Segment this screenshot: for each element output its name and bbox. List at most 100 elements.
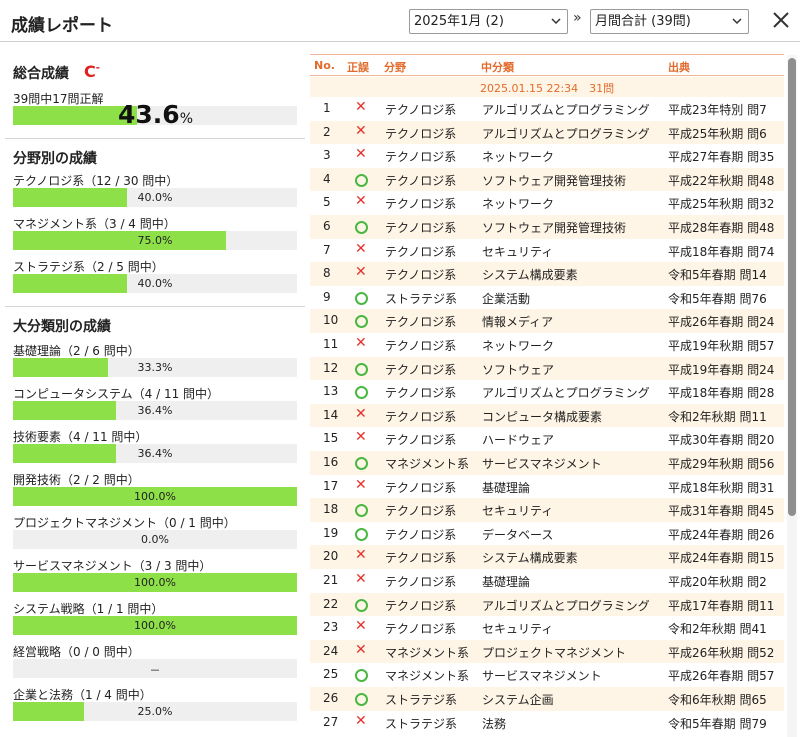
wrong-icon: ✕ [355, 641, 367, 658]
table-row[interactable]: 8 ✕ テクノロジ系 システム構成要素 令和5年春期 問14 [310, 262, 784, 286]
table-row[interactable]: 26 ストラテジ系 システム企画 令和6年秋期 問65 [310, 687, 784, 711]
overall-heading: 総合成績 [13, 66, 69, 82]
row-number: 18 [323, 502, 339, 517]
table-row[interactable]: 2 ✕ テクノロジ系 アルゴリズムとプログラミング 平成25年秋期 問6 [310, 120, 784, 145]
table-row[interactable]: 5 ✕ テクノロジ系 ネットワーク 平成25年秋期 問32 [310, 191, 784, 215]
table-row[interactable]: 1 ✕ テクノロジ系 アルゴリズムとプログラミング 平成23年特別 問7 [310, 97, 784, 121]
table-row[interactable]: 22 テクノロジ系 アルゴリズムとプログラミング 平成17年春期 問11 [310, 592, 784, 617]
table-row[interactable]: 20 ✕ テクノロジ系 システム構成要素 平成24年春期 問15 [310, 545, 784, 569]
table-row[interactable]: 16 マネジメント系 サービスマネジメント 平成29年秋期 問56 [310, 451, 784, 475]
col-result: 正誤 [347, 61, 369, 74]
wrong-icon: ✕ [355, 405, 367, 422]
row-number: 17 [323, 478, 339, 493]
row-source: 平成24年春期 問15 [668, 551, 775, 566]
score-percent: 40.0% [137, 191, 173, 204]
table-row[interactable]: 10 テクノロジ系 情報メディア 平成26年春期 問24 [310, 309, 784, 333]
score-bar: 40.0% [13, 274, 297, 293]
table-row[interactable]: 24 ✕ マネジメント系 プロジェクトマネジメント 平成26年秋期 問52 [310, 639, 784, 664]
table-row[interactable]: 25 マネジメント系 サービスマネジメント 平成26年春期 問57 [310, 663, 784, 687]
table-row[interactable]: 14 ✕ テクノロジ系 コンピュータ構成要素 令和2年秋期 問11 [310, 403, 784, 428]
table-row[interactable]: 6 テクノロジ系 ソフトウェア開発管理技術 平成28年春期 問48 [310, 215, 784, 239]
summary-select[interactable]: 月間合計 (39問) [590, 9, 749, 34]
row-field: テクノロジ系 [385, 433, 457, 448]
row-source: 平成18年秋期 問31 [668, 480, 775, 495]
table-row[interactable]: 4 テクノロジ系 ソフトウェア開発管理技術 平成22年秋期 問48 [310, 167, 784, 192]
correct-icon [355, 362, 368, 376]
row-category: ハードウェア [482, 433, 555, 448]
table-row[interactable]: 19 テクノロジ系 データベース 平成24年春期 問26 [310, 522, 784, 546]
row-number: 16 [323, 455, 339, 469]
row-field: テクノロジ系 [385, 339, 457, 353]
row-field: テクノロジ系 [385, 221, 457, 235]
table-row[interactable]: 12 テクノロジ系 ソフトウェア 平成19年春期 問24 [310, 356, 784, 381]
row-field: テクノロジ系 [385, 598, 457, 613]
row-source: 令和6年秋期 問65 [668, 693, 767, 707]
correct-icon [355, 527, 368, 541]
table-row[interactable]: 3 ✕ テクノロジ系 ネットワーク 平成27年春期 問35 [310, 144, 784, 168]
row-category: サービスマネジメント [482, 669, 602, 684]
overall-percent-value: 43.6 [118, 100, 180, 129]
wrong-icon: ✕ [355, 146, 367, 163]
row-category: プロジェクトマネジメント [482, 645, 627, 660]
table-row[interactable]: 7 ✕ テクノロジ系 セキュリティ 平成18年春期 問74 [310, 239, 784, 263]
row-number: 23 [323, 620, 339, 635]
chevron-down-icon [732, 18, 742, 25]
table-row[interactable]: 18 テクノロジ系 セキュリティ 平成31年春期 問45 [310, 498, 784, 522]
row-field: テクノロジ系 [385, 504, 457, 519]
score-bar: 36.4% [13, 401, 297, 420]
table-row[interactable]: 15 ✕ テクノロジ系 ハードウェア 平成30年春期 問20 [310, 427, 784, 451]
row-number: 13 [323, 384, 339, 399]
correct-icon [355, 504, 368, 518]
category-heading: 大分類別の成績 [13, 319, 111, 335]
row-number: 21 [323, 573, 339, 587]
row-source: 平成23年特別 問7 [668, 103, 767, 117]
score-percent: 25.0% [137, 705, 173, 718]
month-select[interactable]: 2025年1月 (2) [409, 9, 568, 34]
row-number: 14 [323, 407, 339, 422]
row-category: ネットワーク [482, 150, 555, 165]
row-source: 平成27年春期 問35 [668, 150, 775, 165]
row-category: 基礎理論 [482, 480, 531, 495]
range-separator: » [573, 10, 582, 26]
wrong-icon: ✕ [355, 429, 367, 446]
table-row[interactable]: 27 ✕ ストラテジ系 法務 令和5年春期 問79 [310, 711, 784, 735]
correct-icon [355, 291, 368, 305]
table-row[interactable]: 9 ストラテジ系 企業活動 令和5年春期 問76 [310, 286, 784, 310]
wrong-icon: ✕ [355, 618, 367, 635]
scrollbar-thumb[interactable] [788, 58, 796, 516]
table-row[interactable]: 17 ✕ テクノロジ系 基礎理論 平成18年秋期 問31 [310, 475, 784, 499]
table-row[interactable]: 23 ✕ テクノロジ系 セキュリティ 令和2年秋期 問41 [310, 616, 784, 640]
row-field: テクノロジ系 [385, 575, 457, 589]
wrong-icon: ✕ [355, 264, 367, 281]
row-source: 平成24年春期 問26 [668, 527, 775, 542]
table-row[interactable]: 21 ✕ テクノロジ系 基礎理論 平成20年秋期 問2 [310, 569, 784, 593]
score-bar: 40.0% [13, 188, 297, 207]
row-number: 2 [323, 124, 331, 139]
row-source: 平成25年秋期 問6 [668, 126, 767, 141]
score-percent: 36.4% [137, 447, 173, 460]
summary-select-value: 月間合計 (39問) [595, 14, 691, 29]
row-source: 平成26年秋期 問52 [668, 645, 775, 660]
col-source: 出典 [668, 61, 690, 74]
table-row[interactable]: 11 ✕ テクノロジ系 ネットワーク 平成19年秋期 問57 [310, 333, 784, 357]
table-row[interactable]: 13 テクノロジ系 アルゴリズムとプログラミング 平成18年春期 問28 [310, 380, 784, 404]
wrong-icon: ✕ [355, 712, 367, 729]
wrong-icon: ✕ [355, 571, 367, 587]
row-field: テクノロジ系 [385, 409, 457, 424]
row-category: ソフトウェア [482, 362, 555, 377]
page-title: 成績レポート [11, 16, 113, 36]
row-number: 6 [323, 219, 331, 233]
correct-icon [355, 173, 368, 187]
correct-icon [355, 598, 368, 612]
score-bar: 25.0% [13, 702, 297, 721]
row-field: テクノロジ系 [385, 551, 457, 566]
row-category: 基礎理論 [482, 575, 531, 589]
row-field: テクノロジ系 [385, 268, 457, 283]
wrong-icon: ✕ [355, 99, 367, 115]
score-label: システム戦略（1 / 1 問中） [13, 602, 164, 616]
close-icon[interactable] [770, 9, 792, 31]
score-percent: 36.4% [137, 404, 173, 417]
row-number: 11 [323, 337, 339, 351]
row-source: 平成19年春期 問24 [668, 362, 775, 377]
score-percent: 100.0% [134, 490, 176, 503]
